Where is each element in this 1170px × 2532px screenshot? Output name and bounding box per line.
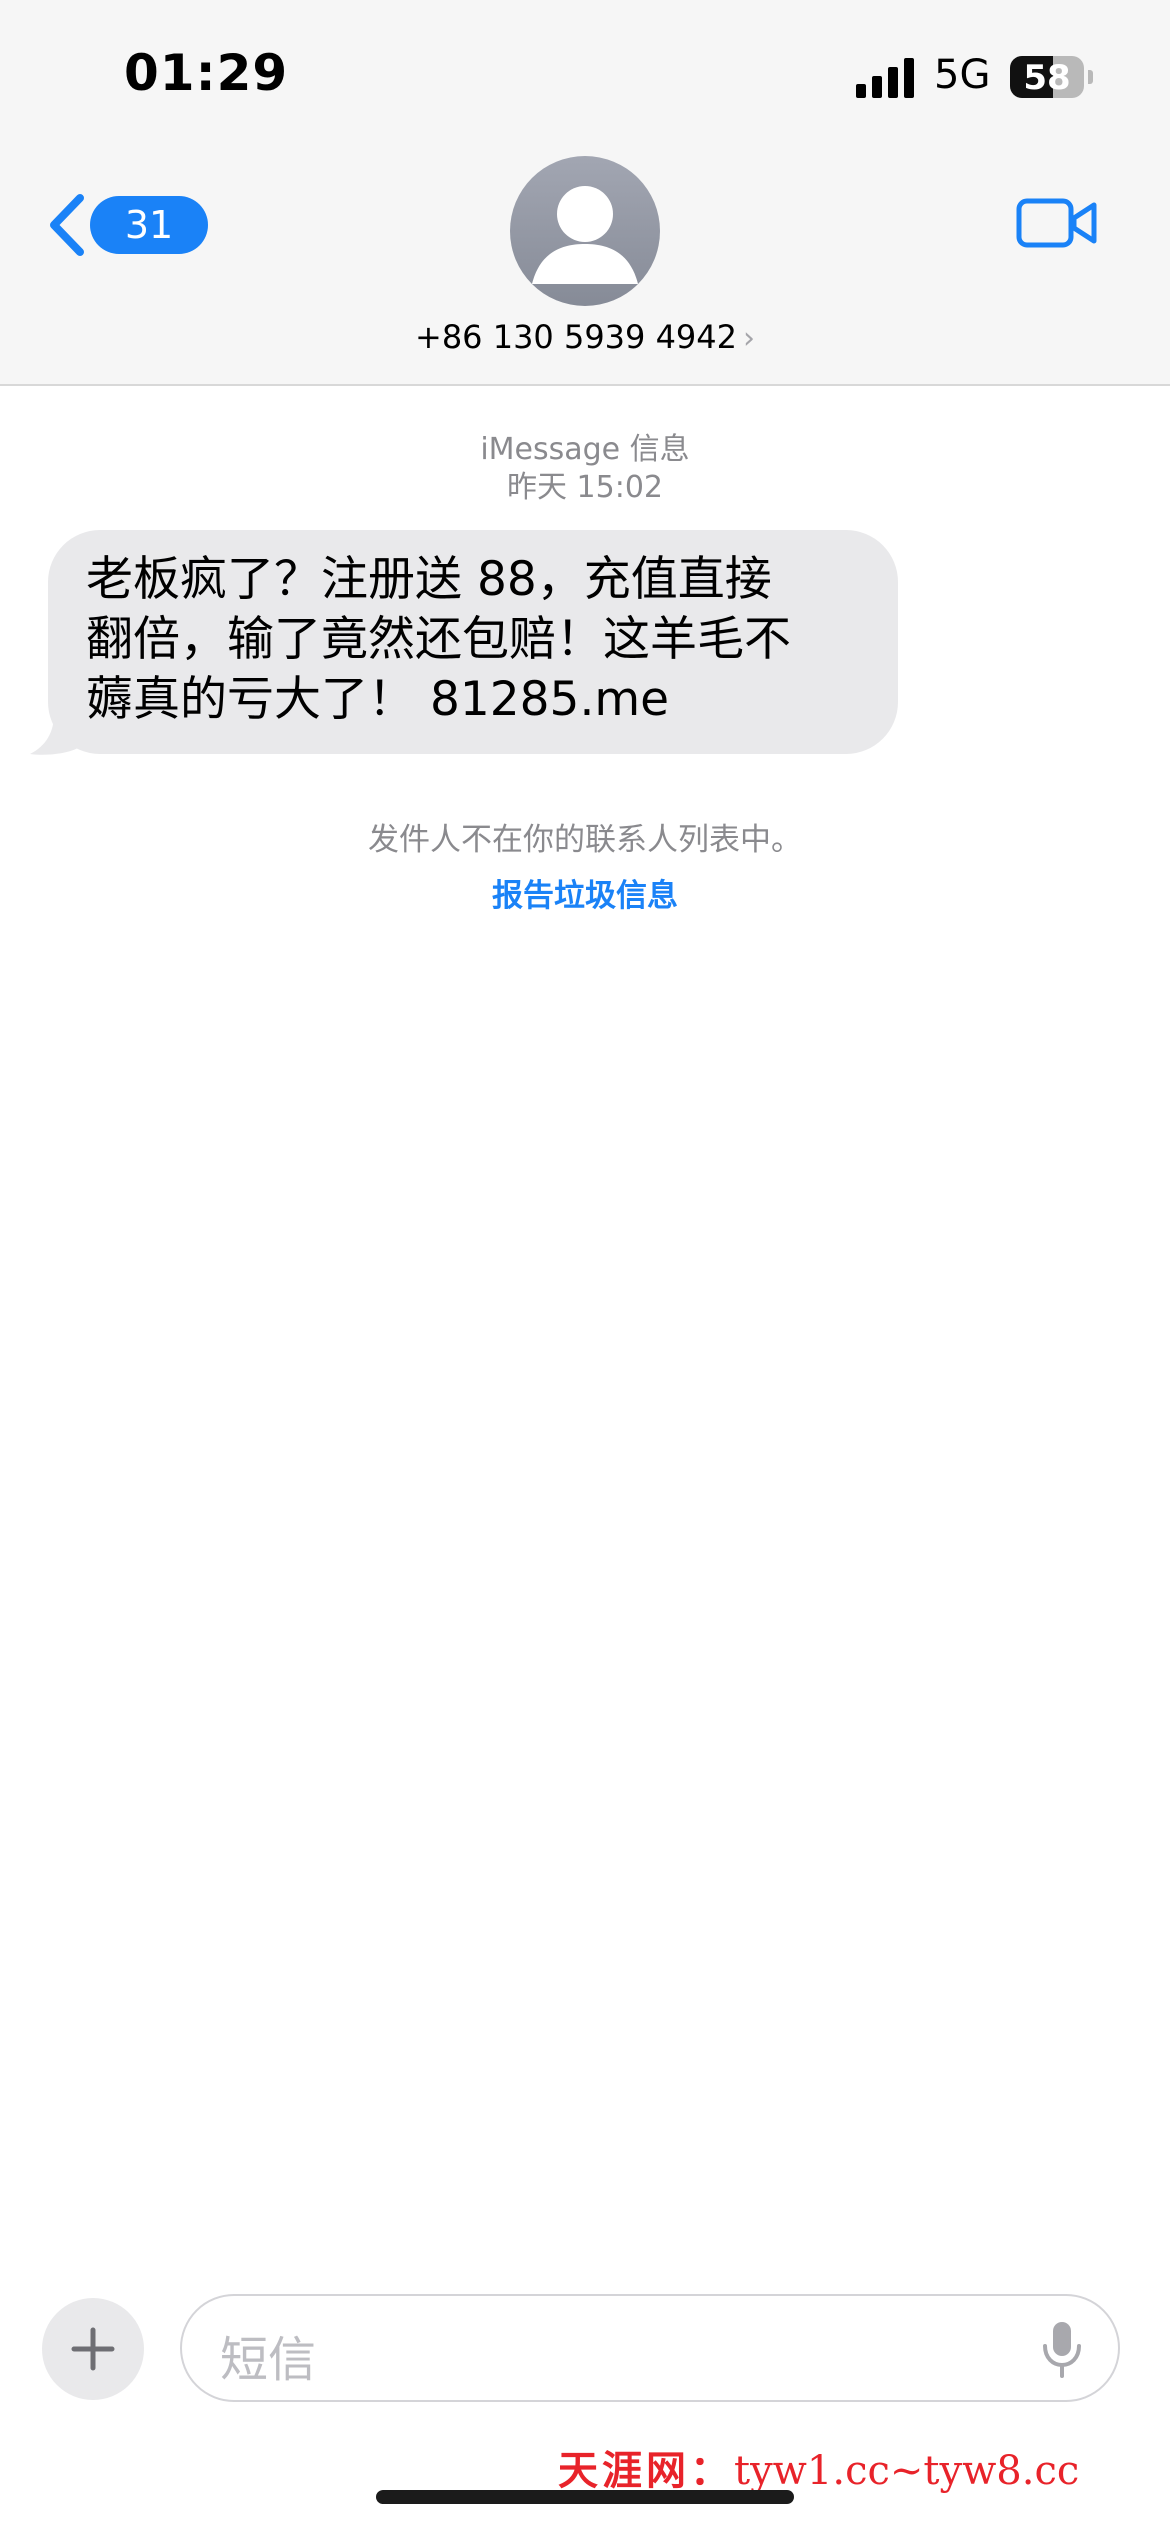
person-placeholder-icon [532,186,638,284]
bubble-tail [30,714,78,755]
watermark-site-name: 天涯网： [558,2447,734,2494]
plus-icon [71,2327,115,2371]
message-line: 翻倍，输了竟然还包赔！这羊毛不 [86,612,791,667]
conversation-header: 01:29 5G 58 31 +86 130 5939 4942 › [0,0,1170,386]
microphone-icon[interactable] [1040,2320,1084,2378]
battery-percentage: 58 [1023,58,1071,98]
chevron-left-icon [50,194,84,256]
battery-tip [1088,70,1093,84]
watermark-urls: tyw1.cc~tyw8.cc [734,2448,1080,2494]
video-camera-icon[interactable] [1016,196,1098,250]
home-indicator[interactable] [376,2490,794,2504]
watermark-text: 天涯网：tyw1.cc~tyw8.cc [558,2438,1079,2496]
report-junk-link[interactable]: 报告垃圾信息 [0,870,1170,915]
unknown-sender-note: 发件人不在你的联系人列表中。 [368,822,802,858]
unread-count-badge: 31 [90,196,208,254]
back-button[interactable]: 31 [44,190,208,260]
message-input-placeholder: 短信 [220,2332,317,2388]
cellular-signal-icon [856,58,914,98]
network-type: 5G [934,52,991,98]
message-line: 老板疯了？注册送 88，充值直接 [86,552,772,607]
apps-plus-button[interactable] [42,2298,144,2400]
contact-avatar[interactable] [510,156,660,306]
chevron-right-icon: › [743,321,755,356]
incoming-message-bubble[interactable]: 老板疯了？注册送 88，充值直接 翻倍，输了竟然还包赔！这羊毛不 薅真的亏大了！… [48,530,898,754]
battery-icon: 58 [1010,56,1084,98]
contact-number: +86 130 5939 4942 [415,318,737,356]
contact-title[interactable]: +86 130 5939 4942 › [0,318,1170,356]
status-time: 01:29 [124,44,289,102]
message-timestamp: 昨天 15:02 [507,470,663,505]
message-line: 薅真的亏大了！ 81285.me [86,672,670,727]
message-input[interactable]: 短信 [180,2294,1120,2402]
